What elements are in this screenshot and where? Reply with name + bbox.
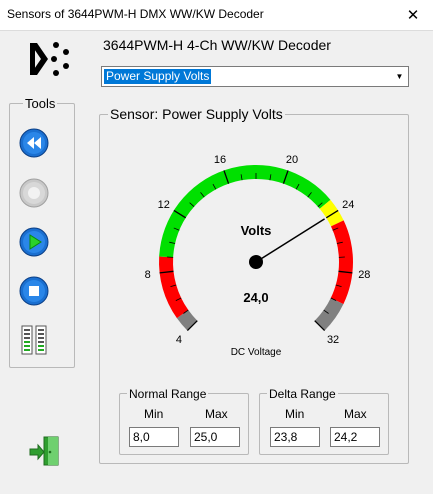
voltage-gauge: 4 8 12 16 20 24 28 32 Volts 24,0 DC Voltage	[145, 154, 371, 358]
gauge-tick-label: 16	[214, 154, 226, 166]
gauge-tick-label: 4	[176, 334, 182, 346]
normal-min-input[interactable]: 8,0	[129, 427, 179, 447]
sensor-select-value: Power Supply Volts	[104, 69, 212, 84]
sensor-panel-title: Sensor: Power Supply Volts	[108, 106, 285, 122]
normal-min-label: Min	[144, 407, 164, 421]
exit-door-icon[interactable]	[28, 435, 62, 467]
gauge-zone-2	[159, 165, 331, 258]
close-button[interactable]: ✕	[393, 0, 433, 30]
gauge-zone-4	[330, 220, 353, 305]
gauge-tick-label: 20	[286, 154, 298, 166]
close-icon: ✕	[406, 7, 420, 24]
chevron-down-icon[interactable]: ▼	[391, 67, 408, 86]
gauge-units: DC Voltage	[231, 347, 282, 358]
gauge-value: 24,0	[243, 290, 268, 305]
logo-icon	[30, 42, 69, 76]
normal-max-label: Max	[205, 407, 228, 421]
normal-range-label: Normal Range	[127, 387, 209, 401]
title-bar: Sensors of 3644PWM-H DMX WW/KW Decoder ✕	[0, 0, 433, 31]
play-icon[interactable]	[19, 227, 49, 257]
levels-icon[interactable]	[19, 325, 49, 355]
gauge-zone-1	[159, 256, 189, 319]
rewind-icon[interactable]	[19, 128, 49, 158]
delta-max-input[interactable]: 24,2	[330, 427, 380, 447]
gauge-label: Volts	[241, 223, 272, 238]
window-title: Sensors of 3644PWM-H DMX WW/KW Decoder	[7, 7, 264, 21]
tools-label: Tools	[23, 96, 58, 111]
gauge-tick-label: 28	[358, 269, 370, 281]
delta-range-label: Delta Range	[267, 387, 338, 401]
delta-min-input[interactable]: 23,8	[270, 427, 320, 447]
gauge-tick-label: 12	[158, 199, 170, 211]
record-icon	[19, 178, 49, 208]
gauge-tick-label: 24	[342, 199, 354, 211]
gauge-tick-label: 8	[145, 269, 151, 281]
delta-max-label: Max	[344, 407, 367, 421]
device-title: 3644PWM-H 4-Ch WW/KW Decoder	[103, 37, 331, 53]
gauge-tick-label: 32	[327, 334, 339, 346]
gauge-hub	[249, 255, 263, 269]
sensor-select[interactable]: Power Supply Volts ▼	[101, 66, 409, 87]
delta-min-label: Min	[285, 407, 305, 421]
normal-max-input[interactable]: 25,0	[190, 427, 240, 447]
stop-icon[interactable]	[19, 276, 49, 306]
